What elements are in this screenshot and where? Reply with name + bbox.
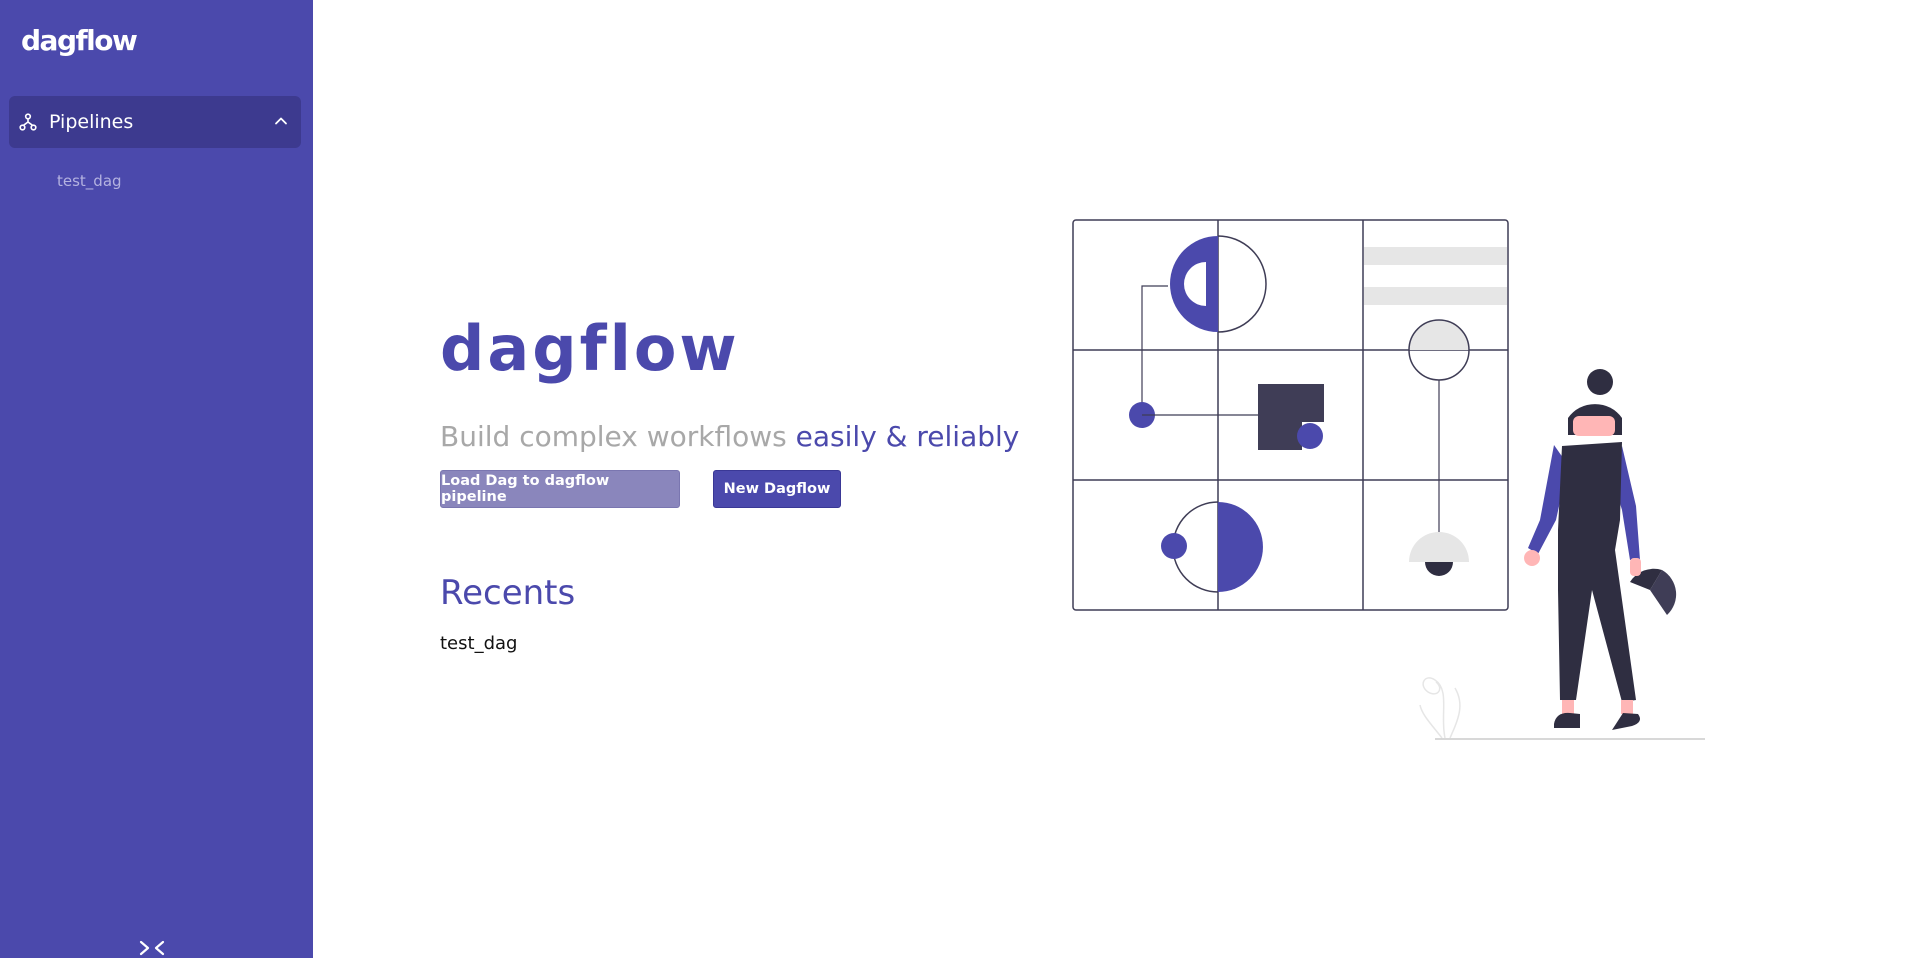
hero-title: dagflow <box>440 312 740 385</box>
pendant-shape <box>1408 319 1470 576</box>
half-circle-bottom <box>1161 501 1263 593</box>
tagline-accent: easily & reliably <box>795 420 1020 453</box>
chevron-up-icon[interactable] <box>273 113 289 129</box>
new-dagflow-button[interactable]: New Dagflow <box>713 470 841 508</box>
person-figure <box>1524 369 1677 730</box>
sidebar-subitem-test-dag[interactable]: test_dag <box>57 172 122 190</box>
recent-item[interactable]: test_dag <box>440 633 517 654</box>
sidebar: dagflow Pipelines test_dag <box>0 0 313 958</box>
sidebar-item-pipelines[interactable]: Pipelines <box>9 96 301 148</box>
tagline-muted: Build complex workflows <box>440 420 796 453</box>
plant-decoration <box>1419 677 1461 739</box>
collapse-sidebar-icon[interactable] <box>138 938 166 958</box>
pipeline-icon <box>19 113 37 131</box>
hero-illustration <box>1072 219 1705 740</box>
half-circle-top <box>1129 235 1267 428</box>
app-root: dagflow Pipelines test_dag dagflow Build… <box>0 0 1917 958</box>
load-dag-button[interactable]: Load Dag to dagflow pipeline <box>440 470 680 508</box>
hero-tagline: Build complex workflows easily & reliabl… <box>440 420 1019 453</box>
dark-square <box>1258 384 1326 450</box>
recents-heading: Recents <box>440 573 576 613</box>
sidebar-logo[interactable]: dagflow <box>21 24 138 57</box>
sidebar-item-label: Pipelines <box>49 111 134 133</box>
gray-bars <box>1364 247 1507 305</box>
